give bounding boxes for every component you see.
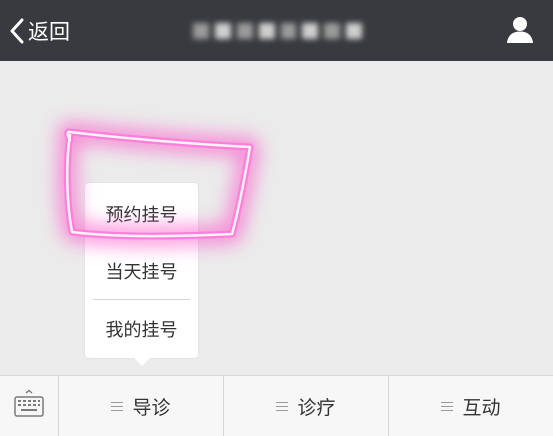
menu-item-book-appointment[interactable]: 预约挂号 xyxy=(93,185,190,242)
menu-item-same-day-registration[interactable]: 当天挂号 xyxy=(93,242,190,299)
keyboard-toggle-button[interactable] xyxy=(0,376,59,436)
chevron-left-icon xyxy=(10,18,24,44)
tab-label: 导诊 xyxy=(132,396,171,419)
page-title xyxy=(190,18,365,44)
tab-interaction[interactable]: 互动 xyxy=(389,376,553,436)
navigation-bar: 返回 xyxy=(0,0,553,61)
submenu-popup: 预约挂号 当天挂号 我的挂号 xyxy=(85,183,198,366)
menu-lines-icon xyxy=(441,401,454,412)
user-icon xyxy=(505,17,535,49)
menu-lines-icon xyxy=(276,401,289,412)
tab-guidance[interactable]: 导诊 xyxy=(59,376,224,436)
menu-item-my-registrations[interactable]: 我的挂号 xyxy=(93,300,190,357)
back-label: 返回 xyxy=(28,19,70,44)
tab-treatment[interactable]: 诊疗 xyxy=(224,376,389,436)
back-button[interactable]: 返回 xyxy=(10,0,70,61)
bottom-menu-bar: 导诊 诊疗 互动 xyxy=(0,375,553,436)
menu-lines-icon xyxy=(111,401,124,412)
tab-label: 诊疗 xyxy=(297,396,336,419)
tab-label: 互动 xyxy=(462,396,501,419)
keyboard-icon xyxy=(13,389,45,423)
chat-content-area xyxy=(0,61,553,375)
profile-button[interactable] xyxy=(505,15,535,45)
